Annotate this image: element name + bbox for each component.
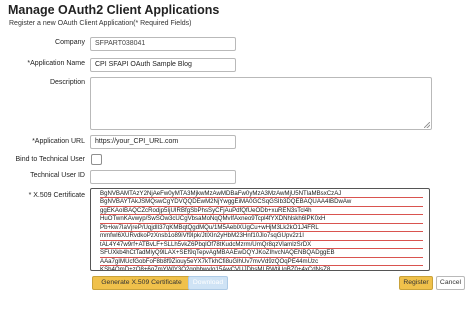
company-field[interactable]: SFPART038041 [90,37,236,51]
certificate-line: Pb+kw7IaVjreP/UqjdIl37qKMBqtQgdMQu/1M5Ae… [100,224,423,233]
certificate-line: BgNVBAMTAzY2NjAeFw0yMTA3MjkwMzAwMDBaFw0y… [100,190,423,199]
description-textarea[interactable] [90,77,432,130]
bind-technical-user-checkbox[interactable] [91,154,102,165]
certificate-textarea[interactable]: BgNVBAMTAzY2NjAeFw0yMTA3MjkwMzAwMDBaFw0y… [90,188,430,271]
certificate-line: KSh4QmD+zQ8+6q7mYWlY3O2gqbbwyIg15AwCVUJD… [100,266,423,270]
register-button[interactable]: Register [399,276,433,290]
certificate-line: BgNVBAYTAkJSMQswCgYDVQQDEwM2NjYwggEiMA0G… [100,198,423,207]
certificate-label: * X.509 Certificate [28,192,85,199]
company-label: Company [55,39,85,46]
certificate-line: mmfwl6XURvdkoPzXnsb1o89iVf9Ipk/JtlXIn2yH… [100,232,423,241]
description-label: Description [49,79,85,86]
certificate-line: tAL4Y47w9rf+ATBvLF+SLLh5vkZ6PbqlOf78tKud… [100,241,423,250]
certificate-line: ggEKAoIBAQCZcRodjp5IjUIRBfgSbPhsSyCFjAuP… [100,207,423,216]
certificate-line: SFUXkb4hCtTadMlyQ9lLAX+SEf9qTepvAgMBAAEw… [100,249,423,258]
technical-user-id-field[interactable] [90,170,236,184]
page-subtitle: Register a new OAuth Client Application(… [9,20,192,27]
cancel-button[interactable]: Cancel [436,276,465,290]
generate-certificate-button[interactable]: Generate X.509 Certificate [92,276,191,290]
application-name-field[interactable]: CPI SFAPI OAuth Sample Blog [90,58,236,72]
certificate-text: BgNVBAMTAzY2NjAeFw0yMTA3MjkwMzAwMDBaFw0y… [100,190,423,270]
certificate-line: AAa7gIMUcfGobFoF8b8f9Ziouy5eYX7kTkhCfi8u… [100,258,423,267]
certificate-line: HuOTwnKAvwyp/SwSOw3cUCgVbsaMoNqQMvIfAxne… [100,215,423,224]
technical-user-id-label: Technical User ID [30,172,85,179]
application-name-label: *Application Name [27,60,85,67]
application-url-label: *Application URL [32,138,85,145]
bind-technical-user-label: Bind to Technical User [15,156,85,163]
application-url-field[interactable]: https://your_CPI_URL.com [90,135,236,149]
resize-grip[interactable] [424,122,430,128]
download-button[interactable]: Download [188,276,228,290]
page-title: Manage OAuth2 Client Applications [8,3,220,17]
